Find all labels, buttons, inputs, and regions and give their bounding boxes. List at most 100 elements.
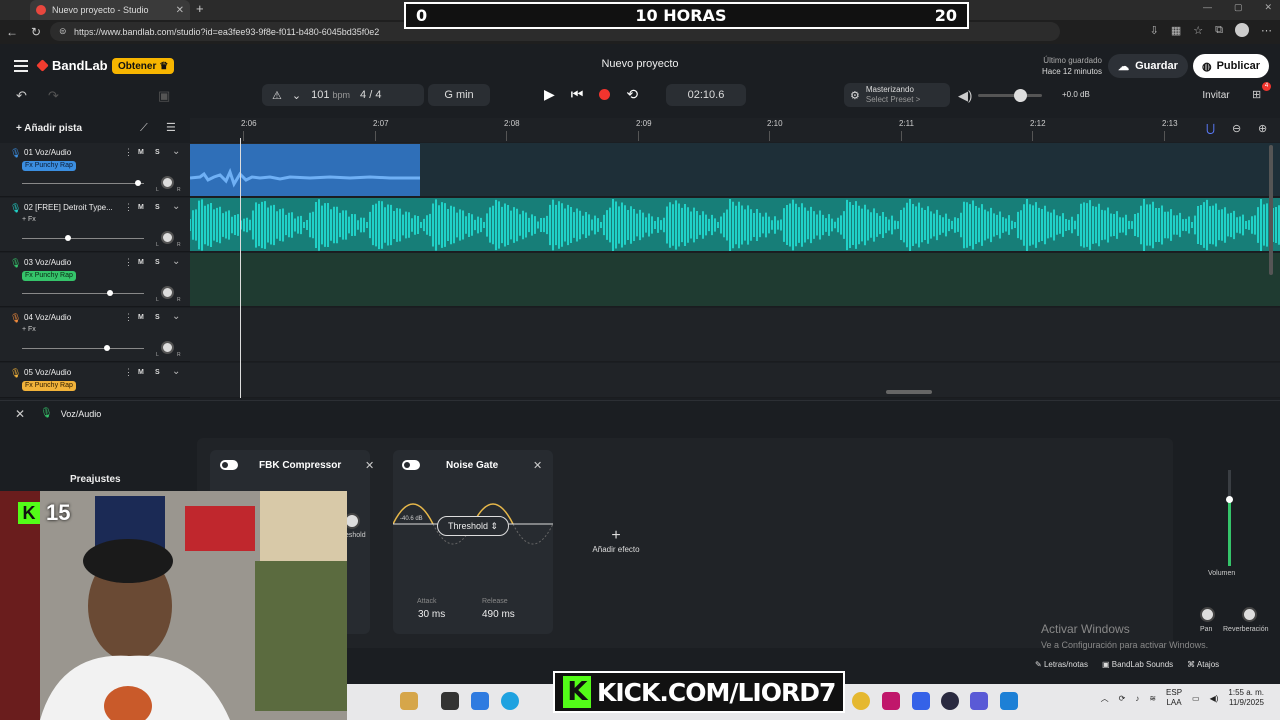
taskbar-weather-icon[interactable]	[400, 692, 418, 710]
track-lane-04[interactable]	[190, 308, 1280, 362]
master-volume-slider[interactable]	[978, 94, 1042, 97]
track-pan-knob[interactable]	[161, 286, 174, 299]
track-options-icon[interactable]: ⋮	[124, 367, 133, 378]
add-fx-button[interactable]: + Fx	[22, 216, 36, 223]
track-settings-icon[interactable]: ☰	[166, 121, 176, 134]
track-pan-knob[interactable]	[161, 341, 174, 354]
close-panel-icon[interactable]: ✕	[15, 407, 25, 421]
skip-to-start-icon[interactable]: ⏮	[571, 86, 584, 103]
speaker-icon[interactable]: ◀)	[958, 88, 972, 104]
track-options-icon[interactable]: ⋮	[124, 202, 133, 213]
more-options-icon[interactable]: ⋯	[1261, 24, 1272, 37]
solo-button[interactable]: S	[155, 314, 160, 321]
track-name[interactable]: 04 Voz/Audio	[24, 313, 71, 322]
playhead[interactable]	[240, 138, 241, 398]
minimize-icon[interactable]: —	[1203, 2, 1212, 13]
fx-preset-tag[interactable]: Fx Punchy Rap	[22, 271, 76, 281]
save-button[interactable]: ☁ Guardar	[1108, 54, 1188, 78]
metronome-icon[interactable]: ⚠	[272, 89, 282, 102]
taskbar-notepad-icon[interactable]	[1000, 692, 1018, 710]
obtener-membership-button[interactable]: Obtener ♛	[112, 58, 175, 74]
time-signature[interactable]: 4 / 4	[360, 89, 381, 101]
tray-volume-icon[interactable]: ◀)	[1210, 694, 1219, 703]
extensions-icon[interactable]: ▦	[1171, 24, 1181, 37]
taskbar-tiktok-icon[interactable]	[882, 692, 900, 710]
play-icon[interactable]: ▶	[544, 86, 555, 103]
mute-button[interactable]: M	[138, 314, 144, 321]
chevron-down-icon[interactable]: ⌄	[172, 146, 180, 157]
audio-clip-beat-02[interactable]	[190, 199, 1280, 251]
redo-icon[interactable]: ↷	[48, 88, 59, 104]
new-tab-icon[interactable]: +	[196, 1, 204, 16]
solo-button[interactable]: S	[155, 259, 160, 266]
noise-gate-remove-icon[interactable]: ✕	[533, 459, 542, 472]
master-volume-knob[interactable]	[1014, 89, 1027, 102]
audio-clip-voz-01[interactable]	[190, 144, 420, 196]
track-options-icon[interactable]: ⋮	[124, 257, 133, 268]
noise-gate-toggle[interactable]	[402, 460, 420, 470]
tab-close-icon[interactable]: ✕	[176, 5, 184, 16]
taskbar-store-icon[interactable]	[471, 692, 489, 710]
chevron-down-icon[interactable]: ⌄	[172, 366, 180, 377]
loop-icon[interactable]: ⟲	[626, 86, 638, 103]
track-volume-knob[interactable]	[135, 180, 141, 186]
track-name[interactable]: 03 Voz/Audio	[24, 258, 71, 267]
time-display[interactable]: 02:10.6	[666, 84, 746, 106]
fx-preset-tag[interactable]: Fx Punchy Rap	[22, 161, 76, 171]
track-volume-slider[interactable]	[22, 238, 144, 239]
bandlab-logo[interactable]: BandLab	[36, 58, 108, 73]
presets-heading[interactable]: Preajustes	[70, 474, 121, 485]
mute-button[interactable]: M	[138, 369, 144, 376]
add-effect-button[interactable]: + Añadir efecto	[580, 527, 652, 554]
solo-button[interactable]: S	[155, 149, 160, 156]
track-lane-01[interactable]	[190, 143, 1280, 197]
browser-tab[interactable]: Nuevo proyecto - Studio ✕	[30, 0, 190, 20]
zoom-in-icon[interactable]: ⊕	[1258, 122, 1267, 135]
taskbar-clock[interactable]: 1:55 a. m. 11/9/2025	[1228, 688, 1264, 708]
fx-preset-tag[interactable]: Fx Punchy Rap	[22, 381, 76, 391]
track-name[interactable]: 01 Voz/Audio	[24, 148, 71, 157]
zoom-out-icon[interactable]: ⊖	[1232, 122, 1241, 135]
site-info-icon[interactable]: ⊜	[59, 26, 67, 37]
record-icon[interactable]	[599, 89, 611, 100]
taskbar-taskview-icon[interactable]	[441, 692, 459, 710]
compressor-toggle[interactable]	[220, 460, 238, 470]
taskbar-chrome-icon[interactable]	[852, 692, 870, 710]
tray-wifi-icon[interactable]: ≋	[1149, 694, 1156, 703]
mute-button[interactable]: M	[138, 204, 144, 211]
pan-knob[interactable]	[1200, 607, 1215, 622]
profile-avatar[interactable]	[1235, 23, 1249, 37]
hamburger-menu-icon[interactable]	[14, 60, 28, 72]
track-volume-slider[interactable]	[22, 183, 144, 184]
mute-button[interactable]: M	[138, 259, 144, 266]
automation-icon[interactable]: ⟋	[140, 122, 148, 135]
invite-button[interactable]: Invitar	[1194, 84, 1238, 106]
favorites-icon[interactable]: ☆	[1193, 24, 1203, 37]
tray-sync-icon[interactable]: ⟳	[1119, 694, 1126, 703]
track-options-icon[interactable]: ⋮	[124, 147, 133, 158]
language-indicator[interactable]: ESP LAA	[1166, 688, 1182, 708]
taskbar-teams-icon[interactable]	[970, 692, 988, 710]
track-volume-slider[interactable]	[22, 348, 144, 349]
lyrics-link[interactable]: ✎ Letras/notas	[1035, 660, 1088, 669]
chevron-down-icon[interactable]: ⌄	[172, 201, 180, 212]
track-lane-05[interactable]	[190, 363, 1280, 398]
release-value[interactable]: 490 ms	[482, 609, 515, 620]
track-volume-knob[interactable]	[65, 235, 71, 241]
collections-icon[interactable]: ⧉	[1215, 24, 1223, 37]
track-lane-02[interactable]	[190, 198, 1280, 252]
project-title[interactable]: Nuevo proyecto	[560, 58, 720, 70]
track-pan-knob[interactable]	[161, 176, 174, 189]
taskbar-obs-icon[interactable]	[941, 692, 959, 710]
tray-network-icon[interactable]: ▭	[1192, 694, 1200, 703]
back-icon[interactable]: ←	[0, 25, 24, 39]
add-track-button[interactable]: + Añadir pista	[16, 123, 82, 134]
threshold-selector[interactable]: Threshold ⇕	[437, 516, 509, 536]
track-options-icon[interactable]: ⋮	[124, 312, 133, 323]
shortcuts-link[interactable]: ⌘ Atajos	[1187, 660, 1219, 669]
tray-chevron-icon[interactable]: ︿	[1101, 693, 1109, 704]
chevron-down-icon[interactable]: ⌄	[172, 311, 180, 322]
solo-button[interactable]: S	[155, 204, 160, 211]
maximize-icon[interactable]: ▢	[1234, 2, 1243, 13]
metronome-dropdown-icon[interactable]: ⌄	[292, 89, 301, 102]
